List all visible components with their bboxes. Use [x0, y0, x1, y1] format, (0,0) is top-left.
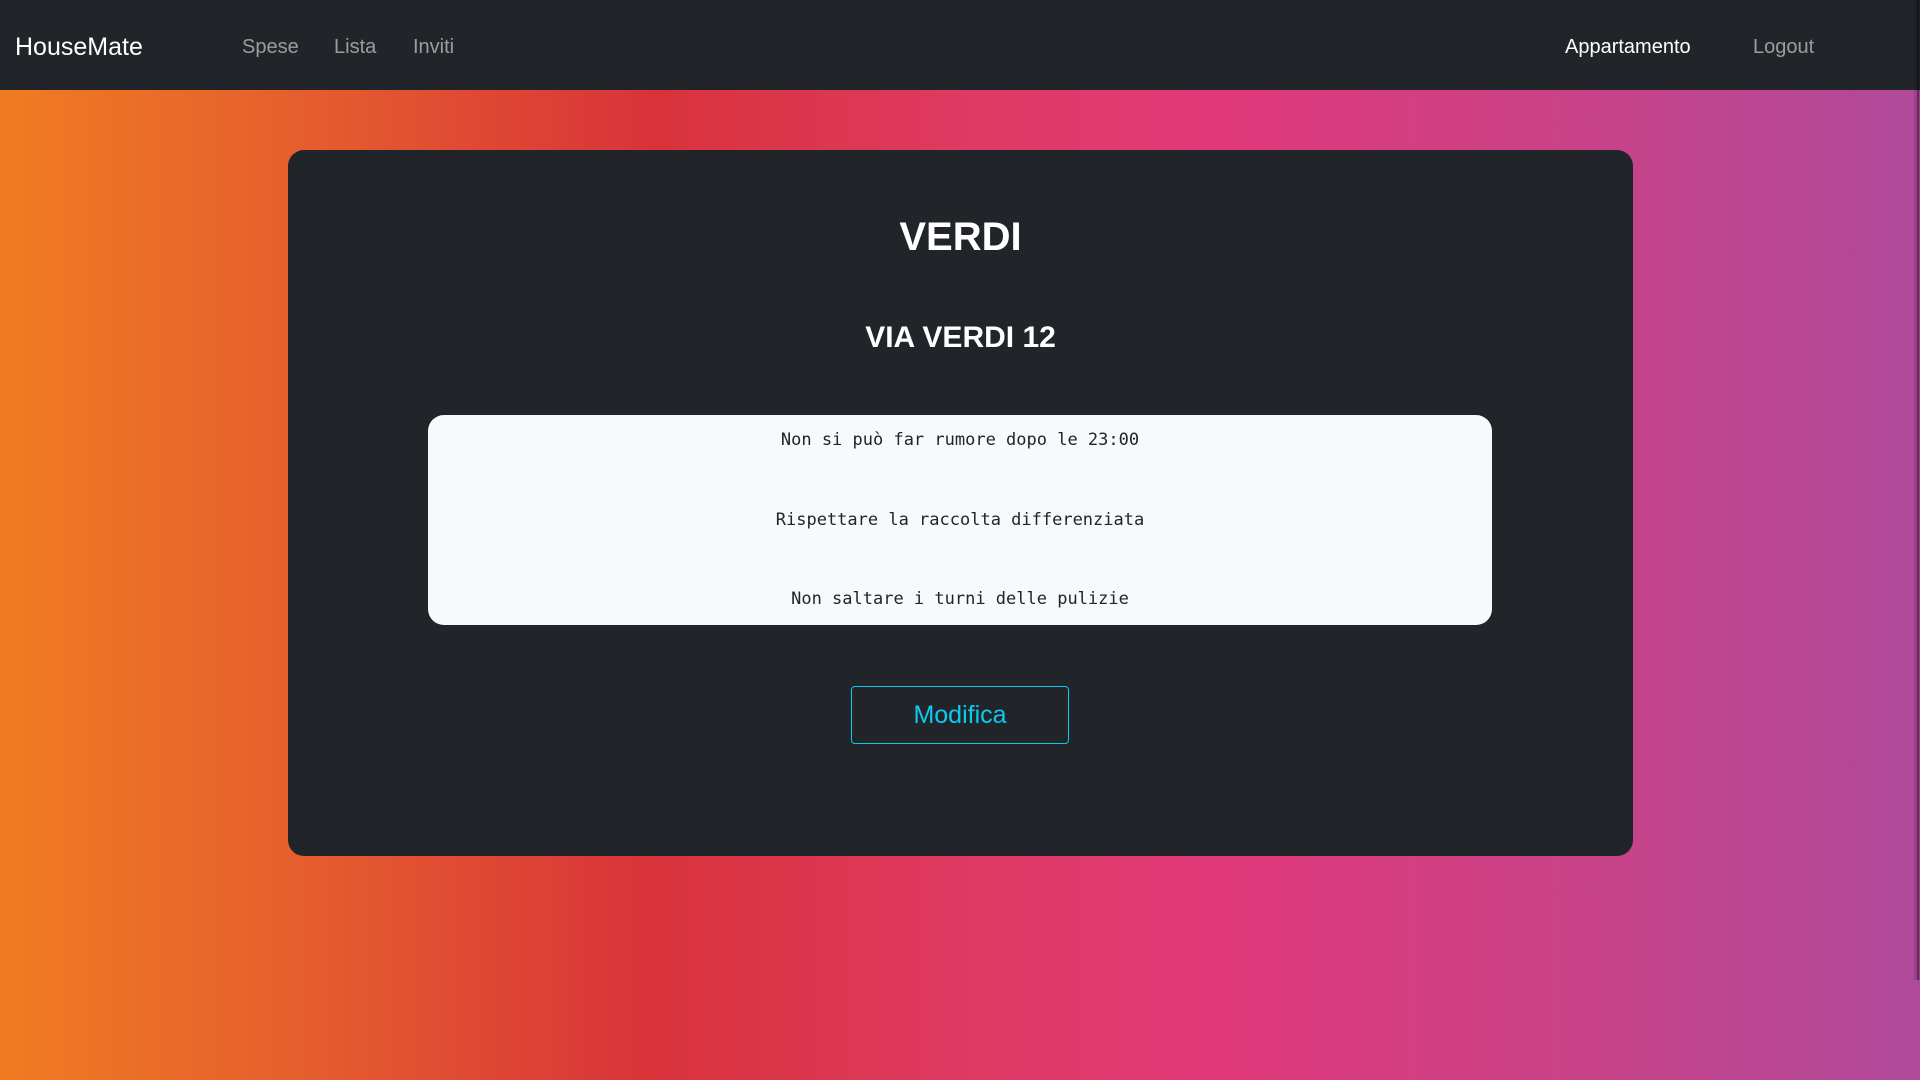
rules-list: Non si può far rumore dopo le 23:00 Risp… [776, 374, 1144, 666]
nav-link-appartamento[interactable]: Appartamento [1565, 0, 1691, 94]
nav-link-spese[interactable]: Spese [242, 0, 299, 94]
nav-link-lista[interactable]: Lista [334, 0, 376, 94]
scrollbar-thumb[interactable] [1917, 0, 1919, 980]
apartment-address: VIA VERDI 12 [865, 321, 1056, 354]
top-navbar: HouseMate Spese Lista Inviti Appartament… [0, 0, 1920, 90]
nav-link-logout[interactable]: Logout [1753, 0, 1814, 94]
edit-button[interactable]: Modifica [851, 686, 1069, 744]
brand-logo[interactable]: HouseMate [15, 0, 143, 94]
apartment-name: VERDI [899, 215, 1022, 259]
rule-item: Rispettare la raccolta differenziata [775, 509, 1145, 530]
apartment-card: VERDI VIA VERDI 12 Non si può far rumore… [288, 150, 1633, 856]
rule-item: Non si può far rumore dopo le 23:00 [780, 430, 1140, 451]
nav-link-inviti[interactable]: Inviti [413, 0, 454, 94]
rule-item: Non saltare i turni delle pulizie [791, 589, 1129, 610]
rules-box: Non si può far rumore dopo le 23:00 Risp… [428, 415, 1492, 625]
scrollbar-track[interactable] [1914, 0, 1920, 980]
